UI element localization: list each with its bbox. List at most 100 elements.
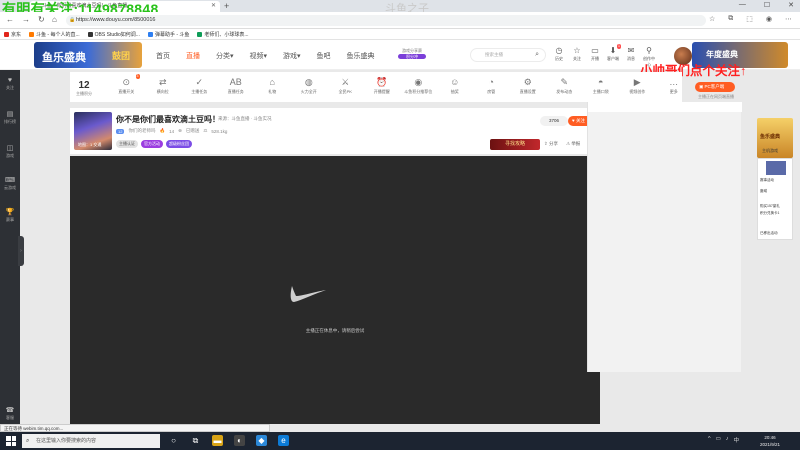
network-icon[interactable]: ▭: [716, 436, 721, 444]
history-icon: ◷: [555, 46, 563, 55]
sidebar-item-cloud-game[interactable]: ⌨ 云游戏: [0, 176, 20, 190]
close-window-button[interactable]: ✕: [788, 1, 794, 9]
search-input[interactable]: 搜索主播 ⌕: [470, 48, 546, 62]
logo-text: 鱼乐盛典: [42, 52, 86, 64]
collections-icon[interactable]: ⧉: [728, 15, 733, 23]
pc-client-label: PC客户端: [704, 84, 725, 89]
toolbar-item[interactable]: ▶ 视频创作: [619, 76, 656, 95]
streamer-name[interactable]: 你们的老师吗: [128, 128, 155, 134]
obs-icon[interactable]: ◐: [234, 435, 245, 446]
sidebar-item-label: 客服: [6, 415, 14, 420]
favorite-icon[interactable]: ☆: [709, 15, 715, 23]
refresh-icon[interactable]: ↻: [38, 15, 45, 24]
taskbar-clock[interactable]: 20:46 2021/9/21: [748, 434, 792, 448]
nav-home[interactable]: 首页: [156, 51, 170, 61]
share-button[interactable]: ⇪ 分享: [544, 141, 558, 147]
nav-festival[interactable]: 鱼乐盛典: [347, 51, 375, 61]
room-category[interactable]: 来源：斗鱼直播 · 斗鱼实况: [218, 116, 272, 122]
bookmark-item[interactable]: 斗鱼 - 每个人的直...: [29, 31, 80, 38]
sidebar-item-follow[interactable]: ♥ 关注: [0, 76, 20, 90]
bookmark-item[interactable]: 弹幕助手 - 斗鱼: [147, 31, 189, 38]
start-button[interactable]: [6, 436, 16, 446]
url-field[interactable]: 🔒 https://www.douyu.com/8500016: [66, 15, 706, 26]
minimize-button[interactable]: —: [739, 1, 746, 9]
room-tag[interactable]: 官方活动: [141, 140, 163, 148]
toolbar-item[interactable]: ⌂ 礼物: [254, 76, 291, 95]
toolbar-item-label: 斗鱼积分推荐位: [404, 89, 433, 94]
sidebar-item-support[interactable]: ☎ 客服: [0, 406, 20, 420]
bookmark-item[interactable]: 老师们、小球球表...: [197, 31, 249, 38]
promo-button[interactable]: 积分冲: [398, 54, 426, 59]
edge-icon[interactable]: e: [278, 435, 289, 446]
back-icon[interactable]: ←: [6, 15, 14, 24]
history-button[interactable]: ◷ 历史: [553, 46, 565, 68]
lock-icon: 🔒: [69, 17, 76, 23]
cortana-icon[interactable]: ○: [168, 435, 179, 446]
volume-icon[interactable]: ♪: [726, 436, 729, 444]
bookmark-item[interactable]: OBS Studio如何调...: [87, 31, 140, 38]
home-icon[interactable]: ⌂: [52, 15, 57, 24]
toolbar-item[interactable]: ◓ 主播口袋: [583, 76, 620, 95]
ime-indicator[interactable]: 中: [734, 436, 740, 444]
extensions-icon[interactable]: ⬚: [746, 15, 753, 23]
chevron-down-icon: ▾: [230, 53, 234, 60]
level-widget[interactable]: 12 主播积分: [74, 80, 94, 97]
room-tag[interactable]: 主播认证: [116, 140, 138, 148]
toolbar-item[interactable]: ◔ 房管: [473, 76, 510, 95]
toolbar-item[interactable]: ✎ 发布动态: [546, 76, 583, 95]
toolbar-item-label: 开播提醒: [373, 89, 390, 94]
room-thumbnail[interactable]: 地图：1 交通: [74, 112, 112, 150]
new-tab-button[interactable]: +: [224, 1, 229, 11]
toolbar-item[interactable]: ☺ 抽奖: [437, 76, 474, 95]
nav-category[interactable]: 分类▾: [216, 51, 234, 61]
task-view-icon[interactable]: ⧉: [190, 435, 201, 446]
site-logo[interactable]: 鱼乐盛典 鼓团: [34, 42, 142, 68]
nav-fishbar[interactable]: 鱼吧: [317, 51, 331, 61]
client-download-button[interactable]: ⬇ 客户端 1: [607, 44, 621, 68]
sidebar-collapse-button[interactable]: ›: [18, 236, 24, 266]
room-event-banner[interactable]: 寻找攻略: [490, 139, 540, 150]
tray-overflow-icon[interactable]: ^: [708, 436, 711, 444]
file-explorer-icon[interactable]: ▬: [212, 435, 223, 446]
room-info: 12 你们的老师吗 🔥 14 ⊕ 已赠送 ⚖ 528.1kg: [116, 128, 227, 134]
video-player[interactable]: 主播正在休息中，请稍后尝试: [70, 156, 600, 424]
toolbar-item[interactable]: ✓ 主播任务: [181, 76, 218, 95]
pc-client-button[interactable]: ▣ PC客户端: [695, 82, 735, 92]
toolbar-item[interactable]: ◉ 斗鱼积分推荐位: [400, 76, 437, 95]
forward-icon[interactable]: →: [22, 15, 30, 24]
follow-button-label: 关注: [575, 118, 585, 123]
toolbar-item[interactable]: ⏰ 开播提醒: [364, 76, 401, 95]
loading-spinner-icon: [290, 286, 326, 302]
clock-date: 2021/9/21: [759, 442, 781, 447]
toolbar-item[interactable]: ⚔ 全民PK: [327, 76, 364, 95]
sidebar-item-game[interactable]: ◫ 游戏: [0, 144, 20, 158]
bookmark-item[interactable]: 京东: [4, 31, 21, 38]
side-ad-event[interactable]: 赛事活动 魔域 购买157豪礼 积分兑换卡1 已移出活动: [757, 158, 793, 240]
toolbar-item[interactable]: AB 直播任务: [218, 76, 255, 95]
taskbar-search-input[interactable]: ⌕ 在这里输入你要搜索的内容: [22, 434, 160, 448]
profile-icon[interactable]: ◉: [766, 15, 772, 23]
toolbar-item[interactable]: ⚙ 直播设置: [510, 76, 547, 95]
app-icon[interactable]: ◆: [256, 435, 267, 446]
nav-live[interactable]: 直播: [186, 51, 200, 61]
search-icon[interactable]: ⌕: [535, 49, 539, 61]
bookmark-label: OBS Studio如何调...: [94, 31, 140, 38]
header-promo[interactable]: 游戏分享赛 积分冲: [398, 48, 426, 64]
sidebar-item-events[interactable]: 🏆 赛事: [0, 208, 20, 222]
toolbar-item[interactable]: ◍ 火力全开: [291, 76, 328, 95]
room-tag[interactable]: 超级粉丝团: [166, 140, 192, 148]
toolbar-item[interactable]: … 更多: [656, 76, 693, 95]
start-stream-button[interactable]: ▭ 开播: [589, 46, 601, 68]
sidebar-item-ranking[interactable]: ▤ 排行榜: [0, 110, 20, 124]
more-icon[interactable]: ⋯: [785, 15, 792, 23]
nav-game[interactable]: 游戏▾: [283, 51, 301, 61]
follow-list-button[interactable]: ☆ 关注: [571, 46, 583, 68]
messages-button[interactable]: ✉ 消息: [625, 46, 637, 68]
maximize-button[interactable]: ☐: [764, 1, 770, 9]
report-button[interactable]: ⚠ 举报: [566, 141, 580, 147]
promo-line: 游戏分享赛: [402, 48, 422, 53]
tab-close-icon[interactable]: ✕: [211, 1, 216, 12]
toolbar-item[interactable]: ⇄ 横向拉: [145, 76, 182, 95]
nav-video[interactable]: 视频▾: [250, 51, 268, 61]
toolbar-item[interactable]: ⊙ 直播开关 3: [108, 74, 145, 95]
